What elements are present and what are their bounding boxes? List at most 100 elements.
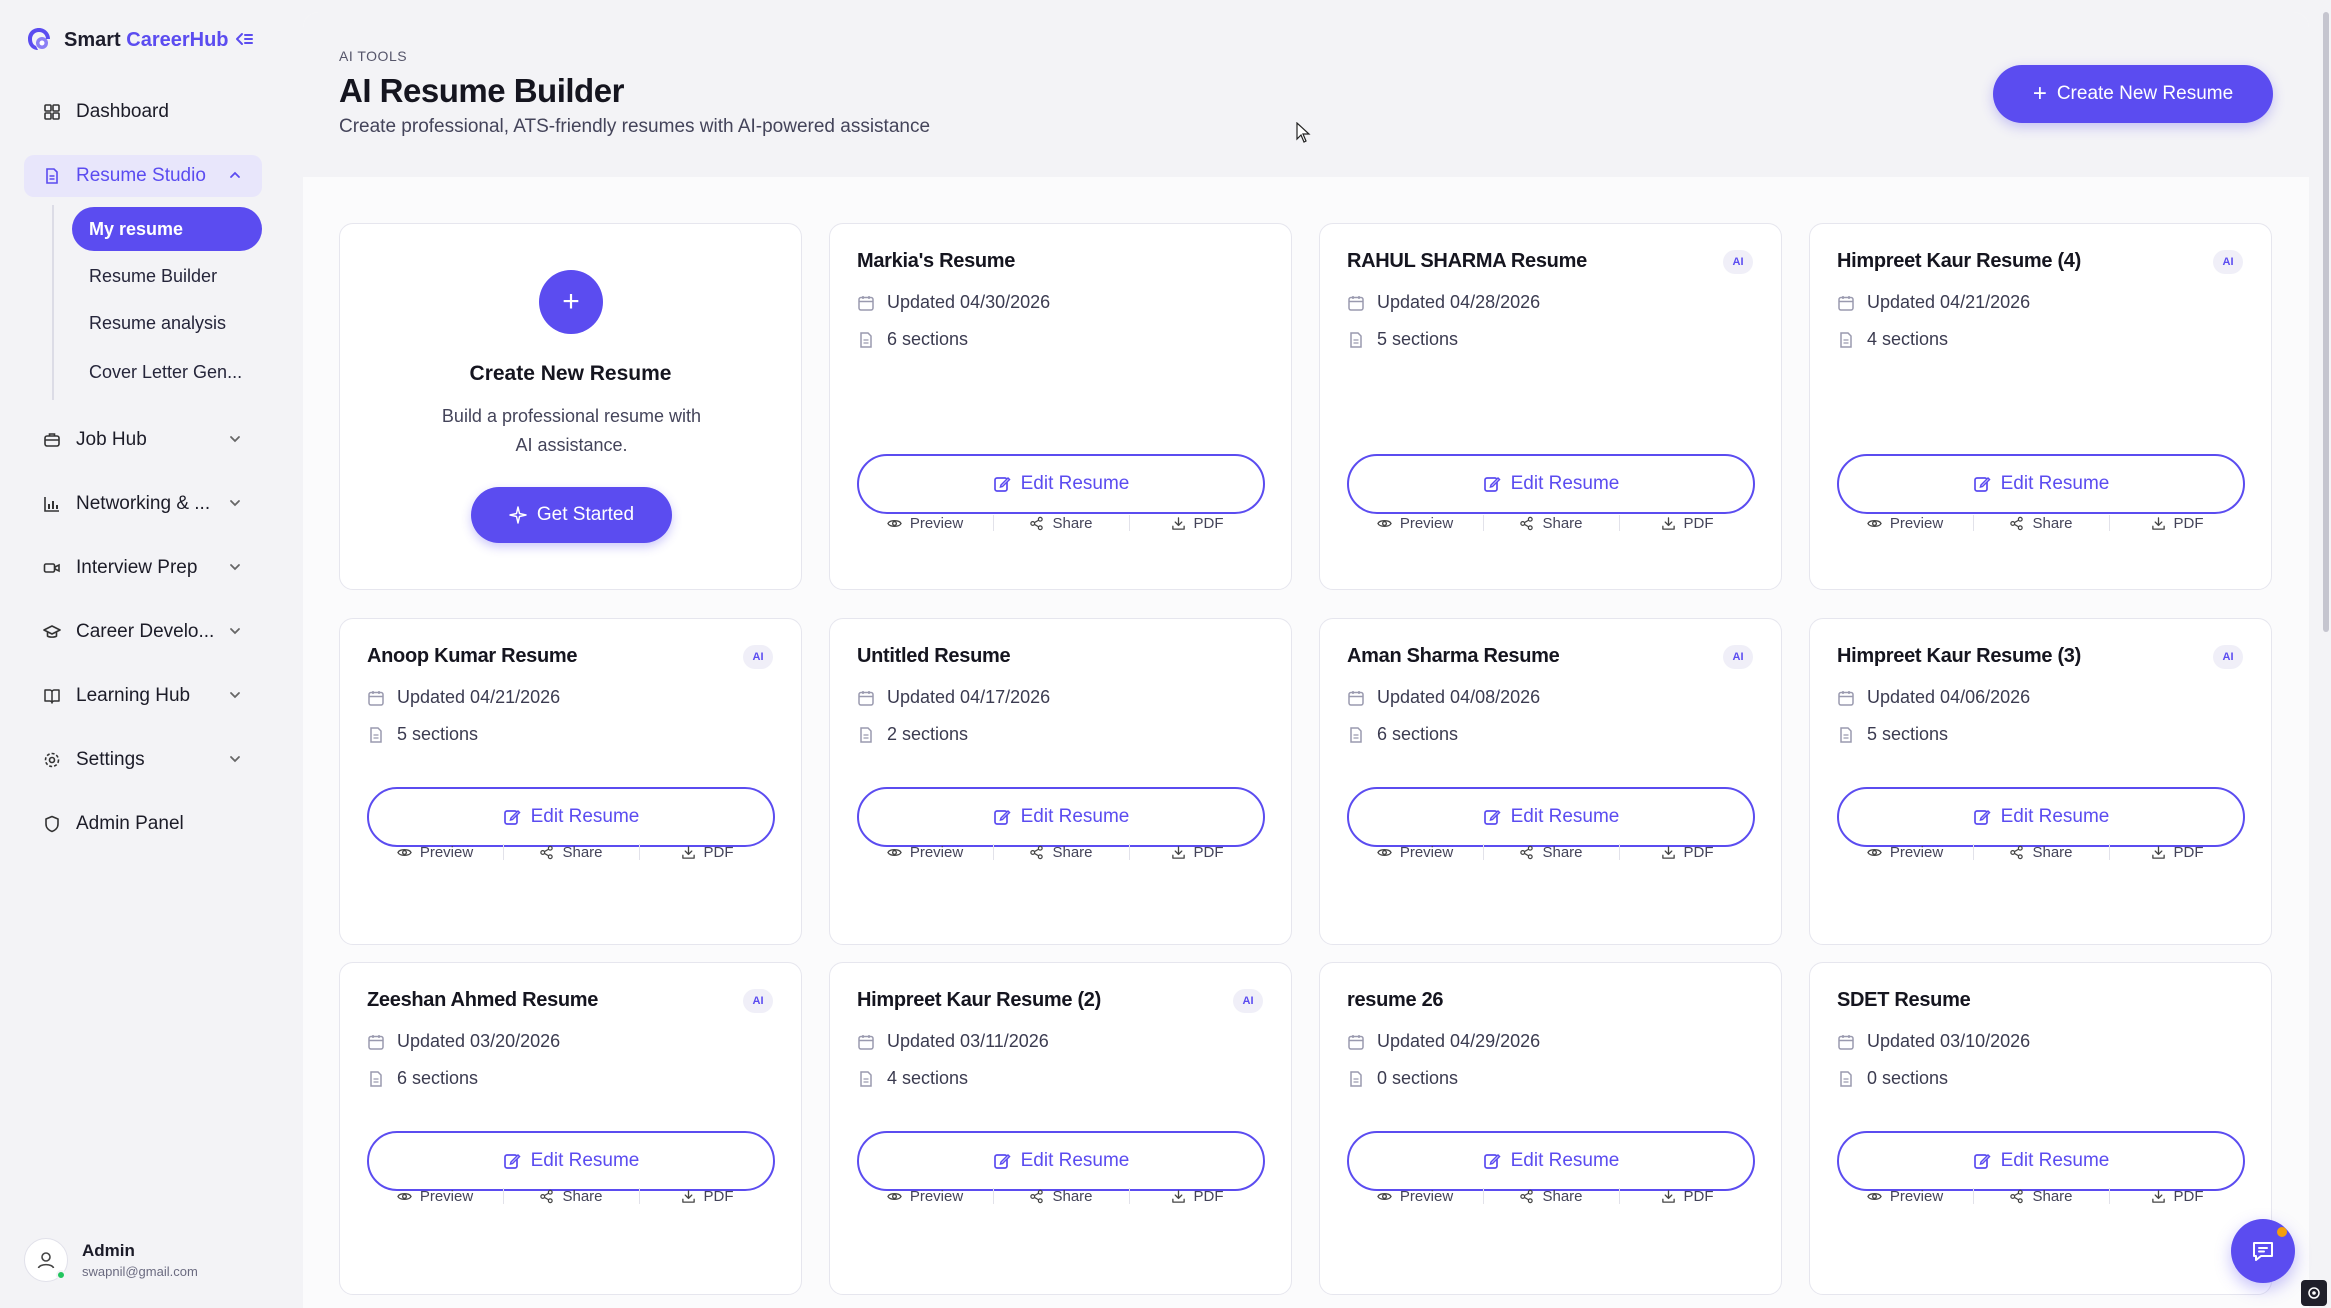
resume-title[interactable]: SDET Resume: [1837, 989, 1971, 1012]
pdf-download-button[interactable]: PDF: [1129, 837, 1265, 867]
brand[interactable]: Smart CareerHub: [24, 20, 229, 60]
resume-card: Himpreet Kaur Resume (2) AI Updated 03/11/…: [829, 962, 1292, 1295]
share-button[interactable]: Share: [1483, 1181, 1619, 1211]
preview-button[interactable]: Preview: [1837, 508, 1973, 538]
collapse-sidebar-icon[interactable]: [233, 28, 255, 50]
nav-admin-panel[interactable]: Admin Panel: [24, 803, 262, 845]
resume-card: RAHUL SHARMA Resume AI Updated 04/28/2026 5…: [1319, 223, 1782, 590]
updated-date: Updated 03/20/2026: [367, 1031, 560, 1052]
brand-logo-icon: [28, 28, 50, 50]
user-profile[interactable]: Admin swapnil@gmail.com: [24, 1238, 198, 1282]
pdf-download-button[interactable]: PDF: [1129, 508, 1265, 538]
nav-interview-prep[interactable]: Interview Prep: [24, 547, 262, 589]
eye-icon: [397, 845, 412, 860]
screen-capture-icon[interactable]: [2301, 1280, 2327, 1306]
pdf-download-button[interactable]: PDF: [1619, 508, 1755, 538]
nav-dashboard[interactable]: Dashboard: [24, 91, 262, 133]
dashboard-icon: [42, 102, 62, 122]
share-icon: [539, 1189, 554, 1204]
chevron-down-icon: [230, 756, 240, 763]
sections-text: 6 sections: [887, 329, 969, 349]
edit-icon: [993, 808, 1011, 826]
action-label: Preview: [909, 843, 964, 861]
preview-button[interactable]: Preview: [1347, 837, 1483, 867]
chevron-down-icon: [230, 436, 240, 443]
updated-text: Updated 04/30/2026: [887, 292, 1051, 312]
resume-title[interactable]: Himpreet Kaur Resume (4): [1837, 250, 2081, 273]
pdf-download-button[interactable]: PDF: [2109, 508, 2245, 538]
pdf-download-button[interactable]: PDF: [1619, 837, 1755, 867]
nav-networking[interactable]: Networking & ...: [24, 483, 262, 525]
resume-title[interactable]: Aman Sharma Resume: [1347, 645, 1560, 668]
download-icon: [1661, 1189, 1676, 1204]
updated-text: Updated 04/21/2026: [1867, 292, 2031, 312]
resume-title[interactable]: Anoop Kumar Resume: [367, 645, 577, 668]
updated-date: Updated 03/11/2026: [857, 1031, 1049, 1052]
action-label: Share: [1542, 514, 1583, 532]
sub-item-resume-analysis[interactable]: Resume analysis: [72, 301, 262, 345]
nav-resume-studio[interactable]: Resume Studio: [24, 155, 262, 197]
get-started-button[interactable]: Get Started: [471, 487, 672, 543]
share-button[interactable]: Share: [503, 837, 639, 867]
resume-title[interactable]: Himpreet Kaur Resume (2): [857, 989, 1101, 1012]
share-button[interactable]: Share: [993, 1181, 1129, 1211]
preview-button[interactable]: Preview: [1347, 508, 1483, 538]
document-icon: [857, 726, 875, 744]
plus-icon[interactable]: +: [539, 270, 603, 334]
nav-job-hub[interactable]: Job Hub: [24, 419, 262, 461]
updated-date: Updated 04/30/2026: [857, 292, 1050, 313]
preview-button[interactable]: Preview: [857, 508, 993, 538]
create-new-resume-button[interactable]: + Create New Resume: [1993, 65, 2273, 123]
preview-button[interactable]: Preview: [1837, 837, 1973, 867]
pdf-download-button[interactable]: PDF: [1129, 1181, 1265, 1211]
share-button[interactable]: Share: [1973, 508, 2109, 538]
resume-title[interactable]: Markia's Resume: [857, 250, 1015, 273]
share-button[interactable]: Share: [1973, 1181, 2109, 1211]
preview-button[interactable]: Preview: [857, 1181, 993, 1211]
resume-title[interactable]: Zeeshan Ahmed Resume: [367, 989, 598, 1012]
pdf-download-button[interactable]: PDF: [2109, 837, 2245, 867]
share-button[interactable]: Share: [1483, 508, 1619, 538]
preview-button[interactable]: Preview: [367, 837, 503, 867]
edit-icon: [1483, 475, 1501, 493]
nav-career-development[interactable]: Career Develo...: [24, 611, 262, 653]
nav-settings[interactable]: Settings: [24, 739, 262, 781]
pdf-download-button[interactable]: PDF: [1619, 1181, 1755, 1211]
share-button[interactable]: Share: [503, 1181, 639, 1211]
pdf-download-button[interactable]: PDF: [639, 837, 775, 867]
preview-button[interactable]: Preview: [1837, 1181, 1973, 1211]
resume-card: Himpreet Kaur Resume (4) AI Updated 04/21/…: [1809, 223, 2272, 590]
sparkle-icon: [509, 506, 527, 524]
preview-button[interactable]: Preview: [857, 837, 993, 867]
nav-label: Admin Panel: [76, 813, 184, 834]
share-button[interactable]: Share: [1973, 837, 2109, 867]
edit-resume-button[interactable]: Edit Resume: [857, 454, 1265, 514]
share-button[interactable]: Share: [993, 508, 1129, 538]
edit-resume-button[interactable]: Edit Resume: [1837, 454, 2245, 514]
sub-item-cover-letter[interactable]: Cover Letter Gen...: [72, 350, 262, 394]
share-button[interactable]: Share: [1483, 837, 1619, 867]
pdf-download-button[interactable]: PDF: [2109, 1181, 2245, 1211]
preview-button[interactable]: Preview: [1347, 1181, 1483, 1211]
chat-icon: [2253, 1242, 2273, 1261]
download-icon: [1171, 1189, 1186, 1204]
sub-item-resume-builder[interactable]: Resume Builder: [72, 254, 262, 298]
resume-title[interactable]: resume 26: [1347, 989, 1444, 1012]
resume-title[interactable]: Himpreet Kaur Resume (3): [1837, 645, 2081, 668]
preview-button[interactable]: Preview: [367, 1181, 503, 1211]
ai-badge: AI: [1723, 250, 1753, 274]
section-count: 0 sections: [1837, 1068, 1948, 1089]
document-icon: [1347, 1070, 1365, 1088]
updated-date: Updated 04/21/2026: [367, 687, 560, 708]
scrollbar-thumb[interactable]: [2323, 12, 2329, 632]
resume-title[interactable]: Untitled Resume: [857, 645, 1011, 668]
edit-resume-button[interactable]: Edit Resume: [1347, 454, 1755, 514]
share-button[interactable]: Share: [993, 837, 1129, 867]
sub-item-my-resume[interactable]: My resume: [72, 207, 262, 251]
pdf-download-button[interactable]: PDF: [639, 1181, 775, 1211]
chat-support-button[interactable]: [2231, 1219, 2295, 1283]
resume-title[interactable]: RAHUL SHARMA Resume: [1347, 250, 1587, 273]
chart-icon: [42, 494, 62, 514]
nav-learning-hub[interactable]: Learning Hub: [24, 675, 262, 717]
button-label: Create New Resume: [2056, 83, 2234, 104]
